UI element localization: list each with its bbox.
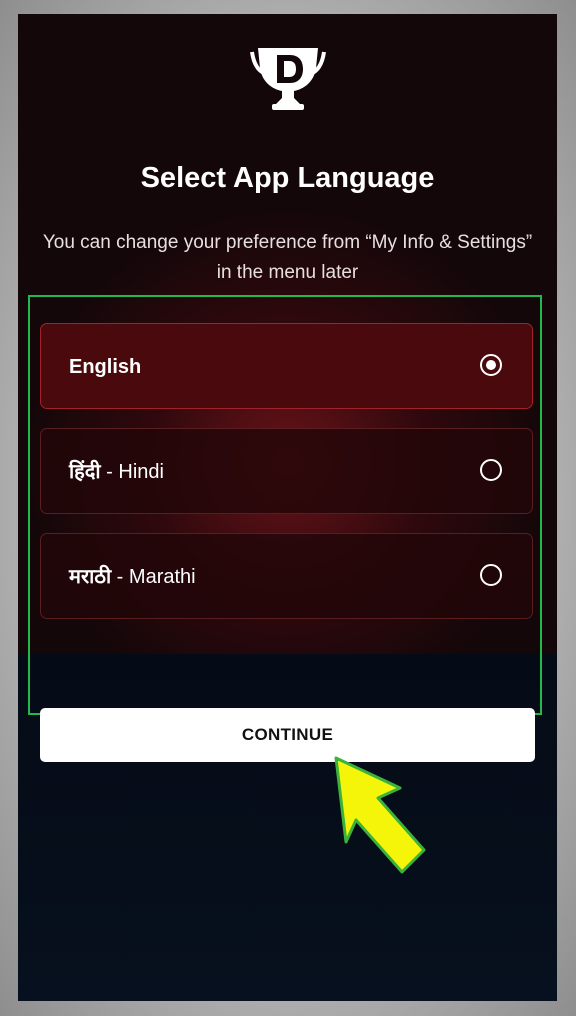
language-list-highlight: English हिंदी - Hindi मराठी - Marathi — [28, 295, 542, 715]
radio-selected-icon[interactable] — [480, 354, 502, 376]
dream11-logo-icon — [249, 48, 326, 110]
language-native-name: हिंदी — [69, 461, 101, 483]
radio-unselected-icon[interactable] — [480, 459, 502, 481]
language-label: English — [69, 324, 141, 410]
pointer-arrow-icon — [334, 756, 426, 874]
language-option-hindi[interactable]: हिंदी - Hindi — [40, 428, 533, 514]
language-name: Marathi — [128, 566, 196, 588]
language-label: मराठी - Marathi — [69, 534, 196, 620]
language-name: English — [69, 356, 142, 378]
language-label: हिंदी - Hindi — [69, 429, 164, 515]
page-subtitle: You can change your preference from “My … — [42, 232, 533, 283]
language-option-english[interactable]: English — [40, 323, 533, 409]
language-separator: - — [100, 461, 119, 483]
page-title: Select App Language — [140, 162, 435, 194]
language-name: Hindi — [118, 461, 164, 483]
radio-unselected-icon[interactable] — [480, 564, 502, 586]
app-screen: Select App Language You can change your … — [18, 14, 557, 1001]
language-native-name: मराठी — [69, 566, 112, 588]
language-option-marathi[interactable]: मराठी - Marathi — [40, 533, 533, 619]
language-separator: - — [111, 566, 129, 588]
continue-button[interactable]: CONTINUE — [40, 708, 535, 762]
